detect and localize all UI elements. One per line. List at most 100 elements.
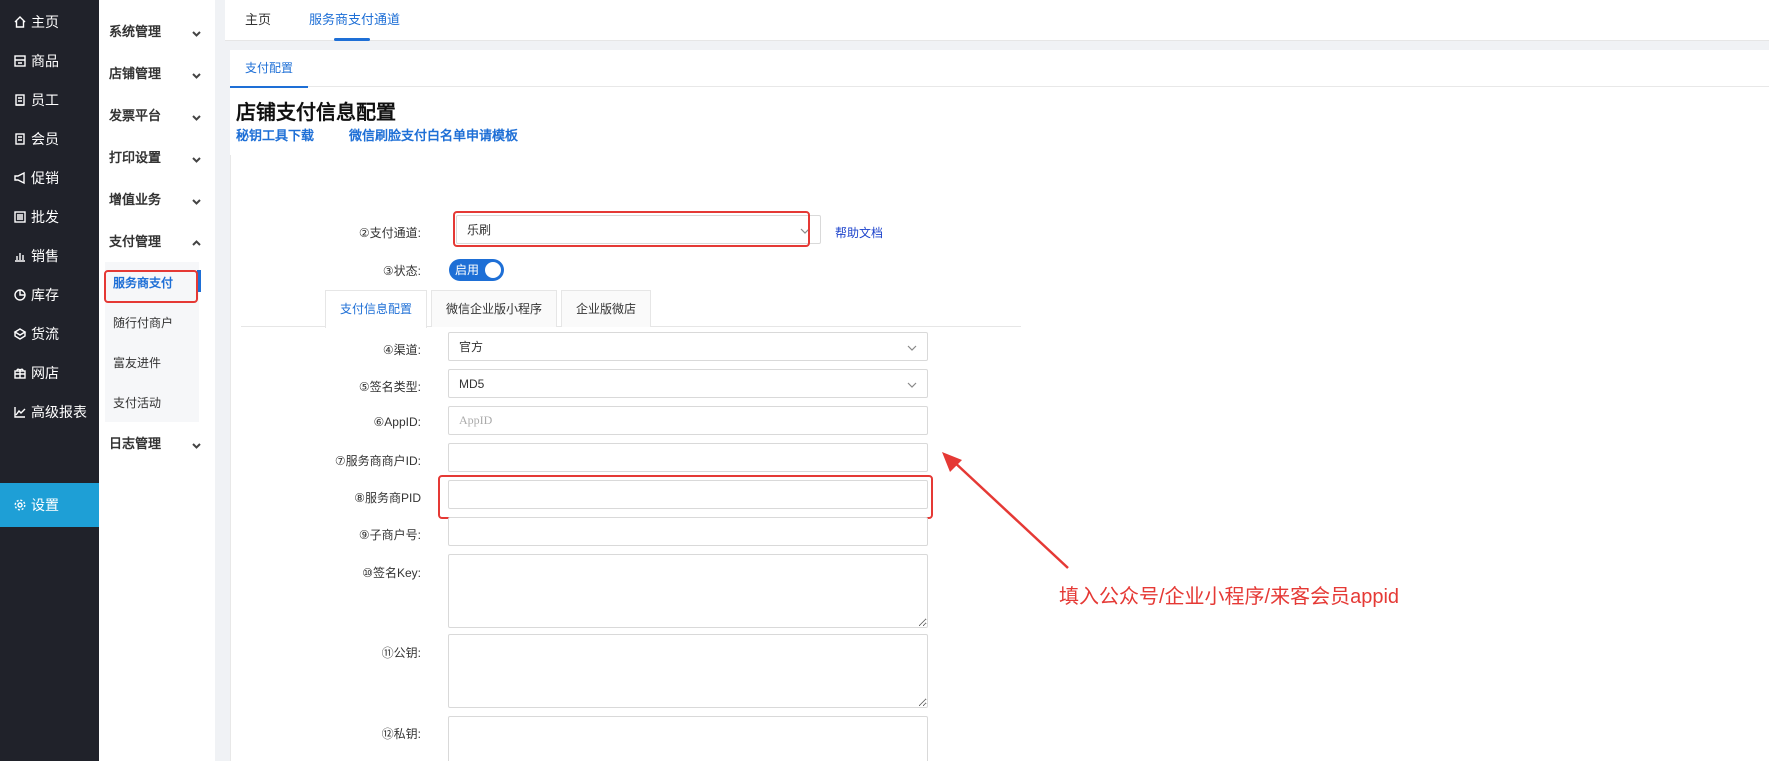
home-icon [13,15,27,29]
nav-item-label: 主页 [31,14,59,30]
nav-item-members[interactable]: 会员 [0,117,99,161]
submenu-item-label: 随行付商户 [113,315,174,330]
tab-enterprise-microstore[interactable]: 企业版微店 [561,290,651,327]
sub-merchant-input[interactable] [448,517,928,546]
submenu-group-label: 支付管理 [109,233,162,249]
appid-label: ⑥AppID: [373,415,421,429]
private-key-label: ⑫私钥: [381,727,421,741]
nav-item-label: 网店 [31,365,59,381]
submenu-group-label: 发票平台 [109,107,162,123]
staff-icon [13,93,27,107]
sign-key-textarea[interactable] [448,554,928,628]
settings-submenu: 系统管理 店铺管理 发票平台 打印设置 增值业务 支付管理 服务商支付 随行付商… [99,0,215,761]
cube-icon [13,327,27,341]
submenu-group-invoice[interactable]: 发票平台 [99,94,215,134]
main-nav: 主页 商品 员工 会员 促销 批发 销售 库存 货流 网店 高级报表 设置 [0,0,99,761]
bar-chart-icon [13,249,27,263]
nav-item-label: 高级报表 [31,404,87,420]
nav-item-wholesale[interactable]: 批发 [0,195,99,239]
submenu-group-label: 打印设置 [109,149,162,165]
nav-item-label: 员工 [31,92,59,108]
form-tab-row: 支付信息配置 微信企业版小程序 企业版微店 [241,290,1021,328]
tab-service-provider-channel[interactable]: 服务商支付通道 [309,0,400,41]
nav-item-logistics[interactable]: 货流 [0,312,99,356]
submenu-group-label: 增值业务 [109,191,162,207]
highlight-box-channel [453,211,810,247]
chevron-down-icon [192,438,201,449]
nav-item-label: 设置 [31,497,59,513]
channel-label: ②支付通道: [358,226,421,240]
status-toggle-text: 启用 [455,263,480,277]
toggle-knob [485,262,501,278]
annotation-arrow [942,452,1069,569]
list-icon [13,210,27,224]
gift-icon [13,366,27,380]
page-title: 店铺支付信息配置 [236,102,396,124]
pid-label: ⑧服务商PID [354,491,421,505]
sub-merchant-label: ⑨子商户号: [358,528,421,542]
face-pay-whitelist-template-link[interactable]: 微信刷脸支付白名单申请模板 [349,125,518,144]
submenu-item-payment-activity[interactable]: 支付活动 [105,382,199,422]
nav-item-inventory[interactable]: 库存 [0,273,99,317]
nav-item-settings[interactable]: 设置 [0,483,99,527]
line-chart-icon [13,405,27,419]
chevron-down-icon [192,26,201,37]
highlight-box-submenu [104,270,198,303]
chevron-down-icon [192,110,201,121]
merchant-id-label: ⑦服务商商户ID: [334,454,421,468]
tab-payment-info[interactable]: 支付信息配置 [325,290,427,328]
app-root: 主页 商品 员工 会员 促销 批发 销售 库存 货流 网店 高级报表 设置 系统… [0,0,1769,761]
submenu-group-store[interactable]: 店铺管理 [99,52,215,92]
private-key-textarea[interactable] [448,716,928,761]
submenu-group-label: 日志管理 [109,435,162,451]
key-tool-download-link[interactable]: 秘钥工具下载 [236,125,314,144]
submenu-group-value-added[interactable]: 增值业务 [99,178,215,218]
public-key-label: ⑪公钥: [381,646,421,660]
route-select[interactable]: 官方 [448,332,928,361]
sign-type-select[interactable]: MD5 [448,369,928,398]
sign-type-select-value: MD5 [459,376,485,391]
help-doc-link[interactable]: 帮助文档 [835,224,883,241]
megaphone-icon [13,171,27,185]
annotation-text: 填入公众号/企业小程序/来客会员appid [1059,586,1400,608]
status-label: ③状态: [382,264,421,278]
nav-item-reports[interactable]: 高级报表 [0,390,99,434]
highlight-box-pid [438,475,933,519]
chevron-down-icon [192,194,201,205]
route-label: ④渠道: [382,343,421,357]
nav-item-sales[interactable]: 销售 [0,234,99,278]
chevron-down-icon [907,342,917,352]
chevron-down-icon [192,68,201,79]
nav-item-products[interactable]: 商品 [0,39,99,83]
chevron-down-icon [907,379,917,389]
submenu-group-label: 店铺管理 [109,65,162,81]
nav-item-webstore[interactable]: 网店 [0,351,99,395]
tab-home[interactable]: 主页 [245,0,271,41]
nav-item-label: 库存 [31,287,59,303]
merchant-id-input[interactable] [448,443,928,472]
submenu-item-fuyou-onboarding[interactable]: 富友进件 [105,342,199,382]
top-tab-bar: 主页 服务商支付通道 [225,0,1769,41]
submenu-group-system[interactable]: 系统管理 [99,10,215,50]
sign-key-label: ⑩签名Key: [362,566,421,580]
submenu-group-log[interactable]: 日志管理 [99,422,215,462]
status-toggle[interactable]: 启用 [449,259,504,281]
gear-icon [13,498,27,512]
nav-item-promotion[interactable]: 促销 [0,156,99,200]
submenu-item-suixingfu-merchant[interactable]: 随行付商户 [105,302,199,342]
member-icon [13,132,27,146]
appid-input[interactable] [448,406,928,435]
nav-item-home[interactable]: 主页 [0,0,99,44]
nav-item-label: 会员 [31,131,59,147]
content-tab-row: 支付配置 [230,50,1769,88]
nav-item-label: 批发 [31,209,59,225]
submenu-group-print[interactable]: 打印设置 [99,136,215,176]
submenu-group-payment[interactable]: 支付管理 [99,220,215,260]
nav-item-label: 销售 [31,248,59,264]
pie-chart-icon [13,288,27,302]
tab-wechat-enterprise-miniprogram[interactable]: 微信企业版小程序 [431,290,557,327]
route-select-value: 官方 [459,340,484,354]
tab-payment-config[interactable]: 支付配置 [230,50,308,88]
public-key-textarea[interactable] [448,634,928,708]
nav-item-staff[interactable]: 员工 [0,78,99,122]
